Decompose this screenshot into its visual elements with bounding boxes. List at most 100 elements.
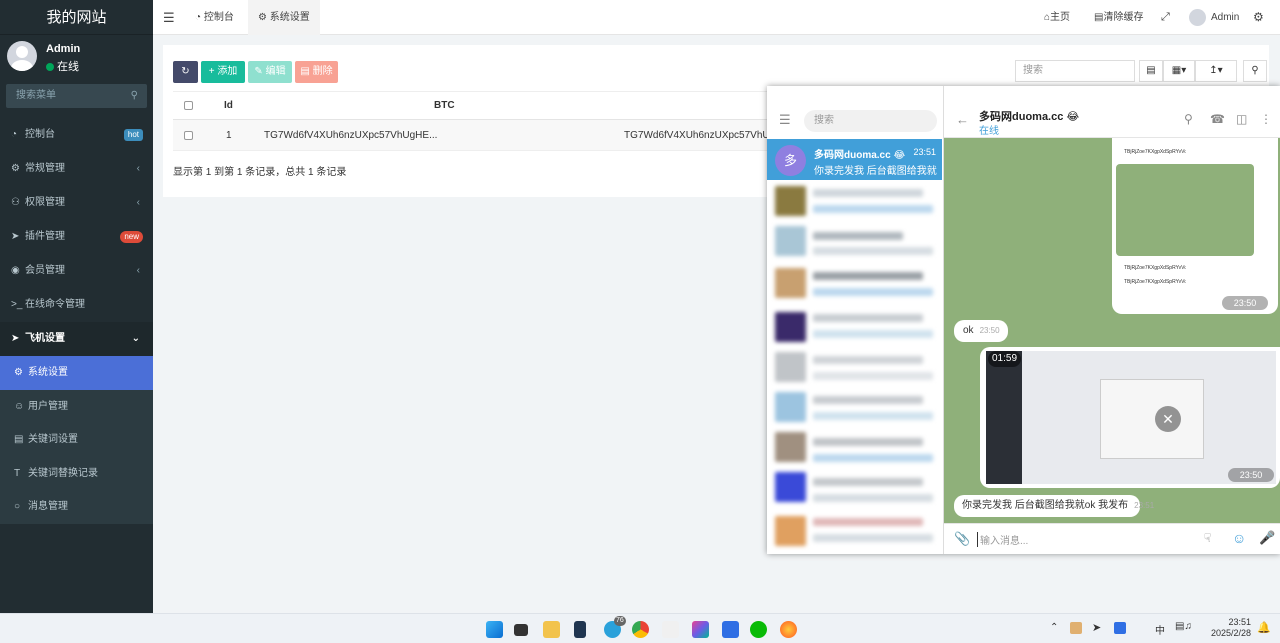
sidebar-item-user-management[interactable]: ☺ 用户管理 (0, 390, 153, 424)
clear-cache-button[interactable]: ▤清除缓存 (1094, 0, 1143, 35)
fullscreen-icon[interactable]: ⤢ (1161, 0, 1170, 35)
tray-icon[interactable] (1114, 622, 1126, 634)
columns-dropdown-icon[interactable]: ▦▾ (1163, 60, 1195, 82)
address-bubble: TBjRjZoe7KXgpXdSpRYvVo53Ccazh54MMM (1122, 278, 1186, 286)
clock-time: 23:51 (1228, 617, 1252, 627)
table-search-input[interactable]: 搜索 (1015, 60, 1135, 82)
search-icon[interactable]: ⚲ (131, 84, 138, 108)
sidebar-item-label: 系统设置 (28, 367, 68, 378)
sidebar: 我的网站 Admin 在线 搜索菜单 ⚲ ◔ 控制台 hot ⚙ 常规管理 ‹ ⚇ 权限管理… (0, 0, 153, 613)
video-time: 23:50 (1228, 468, 1274, 482)
cell-btc: TG7Wd6fV4XUh6nzUXpc57VhUgHE... (264, 129, 438, 141)
wechat-icon[interactable] (750, 621, 767, 638)
telegram-search-input[interactable]: 搜索 (804, 110, 937, 132)
sidebar-item-plugins[interactable]: ➤ 插件管理 new (0, 220, 153, 254)
sidebar-item-dashboard[interactable]: ◔ 控制台 hot (0, 118, 153, 152)
app-icon[interactable] (692, 621, 709, 638)
message-input[interactable]: 输入消息... (977, 532, 1028, 547)
tray-telegram-icon[interactable]: ➤ (1092, 621, 1101, 634)
video-message[interactable]: 01:59 ✕ 23:50 (980, 347, 1280, 488)
site-logo[interactable]: 我的网站 (0, 0, 153, 35)
home-link[interactable]: ⌂主页 (1044, 0, 1070, 35)
chevron-up-icon[interactable]: ⌃ (1050, 622, 1058, 633)
admin-menu[interactable]: Admin (1189, 0, 1239, 35)
blurred-avatar (775, 432, 806, 462)
microphone-icon[interactable]: 🎤 (1259, 530, 1275, 546)
blurred-avatar (775, 226, 806, 256)
search-icon[interactable]: ⚲ (1184, 112, 1193, 126)
telegram-icon: ➤ (11, 333, 20, 344)
sidebar-item-plane-settings[interactable]: ➤ 飞机设置 ⌄ (0, 322, 153, 356)
telegram-window: ☰ 搜索 多 多码网duoma.cc 😂 23:51 你录完发我 后台截图给我就… (767, 86, 1280, 554)
ime-indicator[interactable]: 中 (1155, 622, 1165, 637)
select-all-checkbox[interactable] (184, 92, 193, 119)
cell-id: 1 (226, 129, 232, 141)
back-arrow-icon[interactable]: ← (956, 112, 969, 127)
chat-item-active[interactable]: 多 多码网duoma.cc 😂 23:51 你录完发我 后台截图给我就ok 我发… (767, 139, 942, 180)
nested-screenshot (1116, 164, 1254, 256)
sidebar-item-members[interactable]: ◉ 会员管理 ‹ (0, 254, 153, 288)
clock[interactable]: 23:51 2025/2/28 (1211, 617, 1251, 639)
chevron-left-icon: ‹ (136, 163, 140, 174)
hamburger-icon[interactable]: ☰ (779, 112, 791, 128)
search-icon[interactable]: ⚲ (1243, 60, 1267, 82)
sidebar-item-label: 关键词替换记录 (28, 467, 98, 479)
app-icon[interactable] (662, 621, 679, 638)
task-view-icon[interactable] (514, 624, 528, 636)
sidebar-item-general[interactable]: ⚙ 常规管理 ‹ (0, 152, 153, 186)
tab-label: 系统设置 (269, 12, 310, 23)
sidebar-submenu: ⚙ 系统设置 ☺ 用户管理 ▤ 关键词设置 T 关键词替换记录 ○ 消息管理 (0, 356, 153, 524)
delete-button[interactable]: ▤ 删除 (295, 61, 338, 83)
sidebar-item-online-commands[interactable]: >_ 在线命令管理 (0, 288, 153, 322)
comment-icon: ○ (14, 501, 21, 512)
online-dot-icon (46, 63, 54, 71)
sidebar-item-message-management[interactable]: ○ 消息管理 (0, 490, 153, 524)
sidebar-item-permissions[interactable]: ⚇ 权限管理 ‹ (0, 186, 153, 220)
user-circle-icon: ◉ (11, 265, 20, 276)
add-button[interactable]: + 添加 (201, 61, 245, 83)
app-icon[interactable] (574, 621, 586, 638)
chat-name: 多码网duoma.cc 😂 (814, 150, 906, 161)
sidebar-toggle-icon[interactable]: ◫ (1236, 112, 1247, 126)
blurred-text (813, 330, 933, 338)
video-duration: 01:59 (988, 351, 1022, 367)
notification-bell-icon[interactable]: 🔔 (1257, 621, 1271, 634)
row-checkbox[interactable] (184, 120, 193, 150)
menu-toggle-icon[interactable]: ☰ (163, 0, 175, 35)
settings-gear-icon[interactable]: ⚙ (1253, 0, 1264, 35)
image-message[interactable]: TBjRjZoe7KXgpXdSpRYvVo53Ccazh54MMM TBjRj… (1112, 138, 1278, 314)
app-icon[interactable] (722, 621, 739, 638)
sidebar-item-system-settings[interactable]: ⚙ 系统设置 (0, 356, 153, 390)
close-icon[interactable]: ✕ (1155, 406, 1181, 432)
blurred-avatar (775, 268, 806, 298)
blurred-text (813, 534, 933, 542)
telegram-chat-list: ☰ 搜索 多 多码网duoma.cc 😂 23:51 你录完发我 后台截图给我就… (767, 86, 944, 554)
tab-settings[interactable]: ⚙ 系统设置 (248, 0, 320, 35)
emoji-icon[interactable]: ☺ (1232, 530, 1246, 546)
edit-button[interactable]: ✎ 编辑 (248, 61, 292, 83)
refresh-button[interactable]: ↻ (173, 61, 198, 83)
attach-icon[interactable]: 📎 (954, 531, 970, 547)
chat-avatar: 多 (775, 145, 806, 176)
menu-search-input[interactable]: 搜索菜单 ⚲ (6, 84, 147, 108)
start-icon[interactable] (486, 621, 503, 638)
sidebar-item-keyword-replace-log[interactable]: T 关键词替换记录 (0, 457, 153, 491)
blurred-text (813, 438, 923, 446)
phone-icon[interactable]: ☎ (1210, 112, 1225, 126)
chrome-icon[interactable] (632, 621, 649, 638)
file-explorer-icon[interactable] (543, 621, 560, 638)
network-icon[interactable]: ▤♫ (1175, 621, 1192, 632)
tray-icon[interactable] (1070, 622, 1082, 634)
gear-icon: ⚙ (258, 12, 270, 23)
table-view-icon[interactable]: ▤ (1139, 60, 1163, 82)
admin-label: Admin (1211, 12, 1240, 23)
tab-label: 控制台 (203, 12, 234, 23)
column-header-id[interactable]: Id (224, 92, 233, 119)
firefox-icon[interactable] (780, 621, 797, 638)
sidebar-item-keyword-settings[interactable]: ▤ 关键词设置 (0, 423, 153, 457)
export-dropdown-icon[interactable]: ↥▾ (1195, 60, 1237, 82)
more-icon[interactable]: ⋮ (1260, 112, 1272, 126)
address-bubble: TBjRjZoe7KXgpXdSpRYvVo53Ccazh54MMM (1122, 148, 1186, 156)
tab-dashboard[interactable]: ◔ 控制台 (185, 0, 244, 35)
column-header-btc[interactable]: BTC (434, 92, 455, 119)
